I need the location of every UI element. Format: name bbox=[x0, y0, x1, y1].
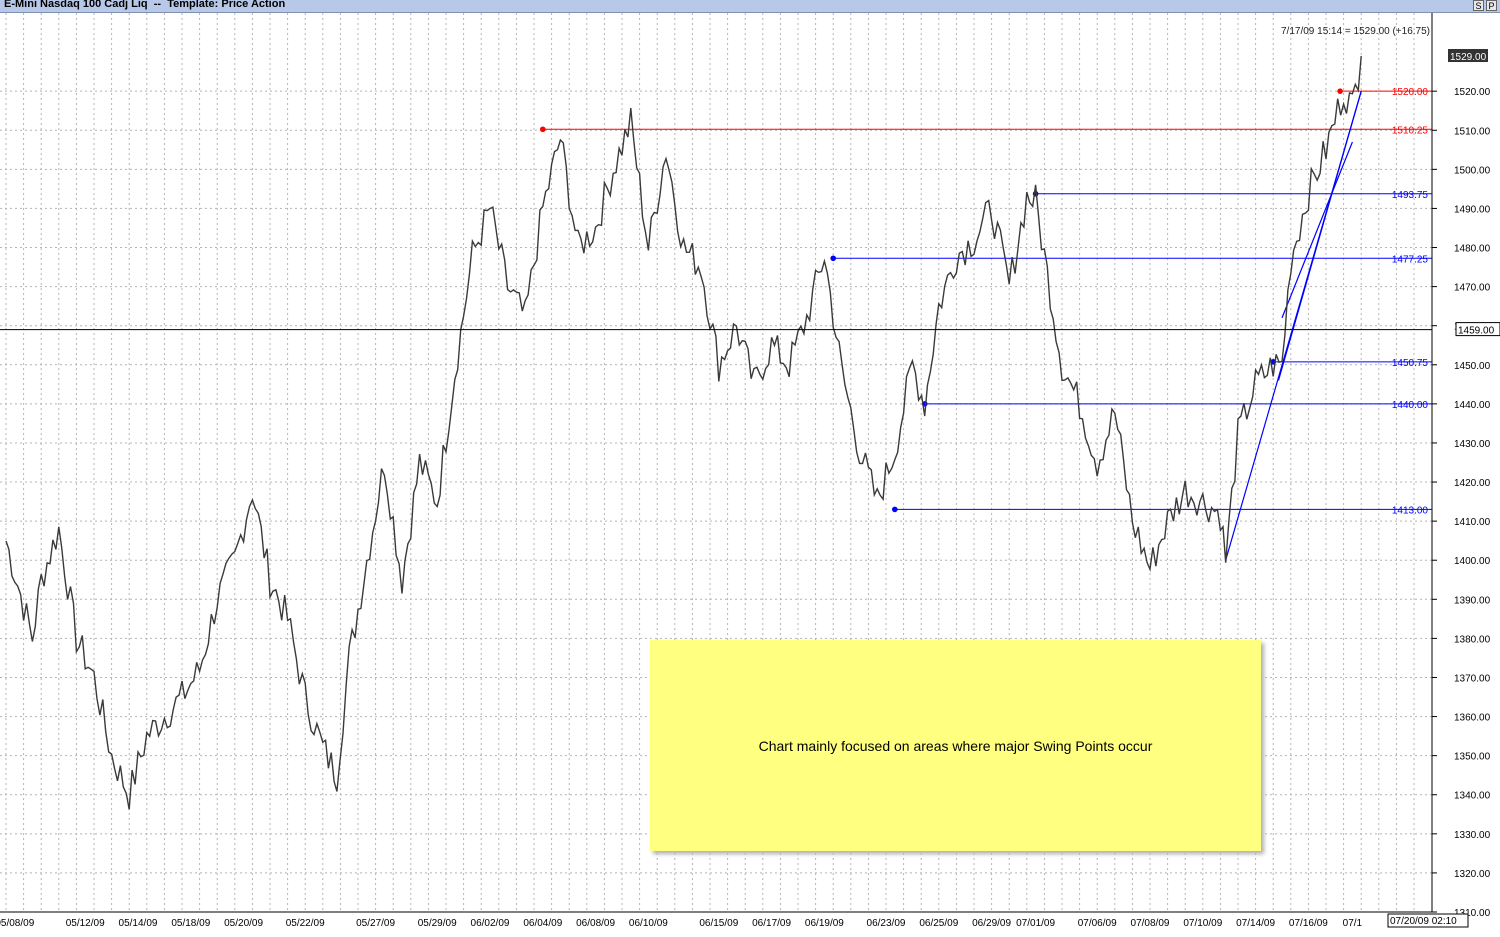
y-tick-label: 1440.00 bbox=[1454, 400, 1491, 411]
date-axis: 05/08/09 05/12/09 05/14/09 05/18/09 05/20/09… bbox=[0, 911, 1432, 929]
level-label: 1493.75 bbox=[1392, 190, 1429, 201]
level-label: 1520.00 bbox=[1392, 87, 1429, 98]
y-tick-label: 1480.00 bbox=[1454, 244, 1491, 255]
y-tick-label: 1400.00 bbox=[1454, 556, 1491, 567]
annotation-note: Chart mainly focused on areas where majo… bbox=[650, 640, 1261, 851]
y-tick-label: 1360.00 bbox=[1454, 713, 1491, 724]
y-tick-label: 1390.00 bbox=[1454, 595, 1491, 606]
swing-point-dot bbox=[892, 506, 898, 513]
y-tick-label: 1370.00 bbox=[1454, 673, 1491, 684]
y-tick-label: 1510.00 bbox=[1454, 126, 1491, 137]
x-tick-label: 06/19/09 bbox=[805, 918, 844, 929]
price-readout: 7/17/09 15:14 = 1529.00 (+16.75) bbox=[1280, 26, 1430, 37]
date-box-label: 07/20/09 02:10 bbox=[1390, 916, 1457, 927]
y-tick-label: 1320.00 bbox=[1454, 869, 1491, 880]
y-tick-label: 1490.00 bbox=[1454, 204, 1491, 215]
x-tick-label: 05/14/09 bbox=[119, 918, 158, 929]
y-tick-label: 1470.00 bbox=[1454, 283, 1491, 294]
trendline bbox=[1281, 141, 1353, 319]
x-tick-label: 05/27/09 bbox=[356, 918, 395, 929]
x-tick-label: 06/25/09 bbox=[919, 918, 958, 929]
level-label: 1477.25 bbox=[1392, 254, 1429, 265]
x-tick-label: 06/23/09 bbox=[867, 918, 906, 929]
p-button[interactable]: P bbox=[1486, 0, 1497, 11]
crosshair-price: 1459.00 bbox=[1458, 326, 1495, 337]
y-tick-label: 1420.00 bbox=[1454, 478, 1491, 489]
x-tick-label: 06/10/09 bbox=[629, 918, 668, 929]
x-tick-label: 06/08/09 bbox=[576, 918, 615, 929]
swing-point-dot bbox=[830, 255, 836, 262]
x-tick-label: 05/29/09 bbox=[418, 918, 457, 929]
x-tick-label: 05/12/09 bbox=[66, 918, 105, 929]
level-label: 1450.75 bbox=[1392, 358, 1429, 369]
x-tick-label: 06/15/09 bbox=[699, 918, 738, 929]
y-tick-label: 1380.00 bbox=[1454, 634, 1491, 645]
x-tick-label: 05/18/09 bbox=[171, 918, 210, 929]
x-tick-label: 05/08/09 bbox=[0, 918, 35, 929]
level-label: 1440.00 bbox=[1392, 400, 1429, 411]
level-label: 1413.00 bbox=[1392, 505, 1429, 516]
price-axis: 1310.001320.001330.001340.001350.001360.… bbox=[1431, 13, 1491, 919]
s-button[interactable]: S bbox=[1473, 0, 1484, 11]
x-tick-label: 05/22/09 bbox=[286, 918, 325, 929]
x-tick-label: 07/01/09 bbox=[1016, 918, 1055, 929]
x-tick-label: 07/06/09 bbox=[1078, 918, 1117, 929]
y-tick-label: 1450.00 bbox=[1454, 361, 1491, 372]
last-price: 1529.00 bbox=[1450, 52, 1487, 63]
x-tick-label: 07/16/09 bbox=[1289, 918, 1328, 929]
y-tick-label: 1330.00 bbox=[1454, 830, 1491, 841]
swing-point-dot bbox=[540, 126, 546, 133]
y-tick-label: 1500.00 bbox=[1454, 165, 1491, 176]
window-title: E-Mini Nasdaq 100 Cadj Liq -- Template: … bbox=[4, 0, 286, 10]
x-tick-label: 06/17/09 bbox=[752, 918, 791, 929]
x-tick-label: 06/29/09 bbox=[972, 918, 1011, 929]
title-bar: E-Mini Nasdaq 100 Cadj Liq -- Template: … bbox=[0, 0, 1500, 13]
swing-point-dot bbox=[1337, 88, 1343, 94]
y-tick-label: 1520.00 bbox=[1454, 87, 1491, 98]
y-tick-label: 1340.00 bbox=[1454, 791, 1491, 802]
y-tick-label: 1430.00 bbox=[1454, 439, 1491, 450]
x-tick-label: 07/14/09 bbox=[1236, 918, 1275, 929]
x-tick-label: 07/08/09 bbox=[1131, 918, 1170, 929]
x-tick-label: 07/1 bbox=[1343, 918, 1363, 929]
support-resistance-levels: 1520.00 1510.25 1493.75 1477.25 1450.75 1440.… bbox=[540, 87, 1432, 516]
x-tick-label: 06/02/09 bbox=[471, 918, 510, 929]
y-tick-label: 1350.00 bbox=[1454, 752, 1491, 763]
level-label: 1510.25 bbox=[1392, 125, 1429, 136]
x-tick-label: 06/04/09 bbox=[523, 918, 562, 929]
x-tick-label: 05/20/09 bbox=[224, 918, 263, 929]
y-tick-label: 1410.00 bbox=[1454, 517, 1491, 528]
x-tick-label: 07/10/09 bbox=[1183, 918, 1222, 929]
note-text: Chart mainly focused on areas where majo… bbox=[758, 737, 1153, 754]
